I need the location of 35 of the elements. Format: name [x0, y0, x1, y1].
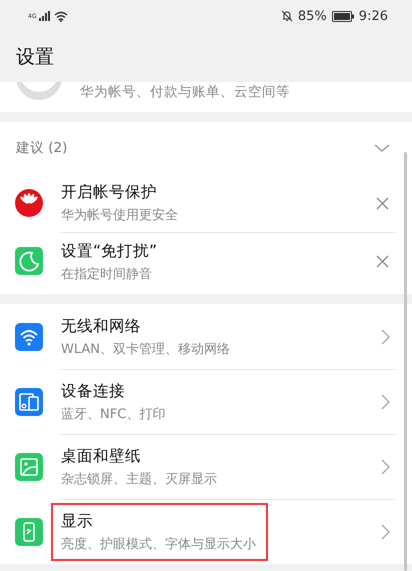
chevron-right-icon	[381, 524, 390, 540]
devices-icon	[15, 388, 43, 416]
section-header: 建议 (2)	[16, 139, 68, 157]
chevron-right-icon	[381, 328, 390, 344]
item-subtitle: WLAN、双卡管理、移动网络	[61, 340, 230, 358]
wifi-icon	[15, 322, 43, 350]
moon-icon	[15, 247, 43, 275]
chevron-right-icon	[381, 394, 390, 410]
image-icon	[15, 452, 43, 480]
phone-icon	[15, 518, 43, 546]
clock-time: 9:26	[358, 8, 388, 24]
item-subtitle: 亮度、护眼模式、字体与显示大小	[61, 536, 256, 553]
account-subtitle: 华为帐号、付款与账单、云空间等	[80, 83, 290, 101]
item-subtitle: 杂志锁屏、主题、灭屏显示	[61, 471, 217, 488]
page-title: 设置	[16, 45, 54, 70]
scrollbar[interactable]	[404, 152, 407, 571]
item-subtitle: 蓝牙、NFC、打印	[61, 406, 166, 423]
item-title[interactable]: 无线和网络	[61, 316, 230, 336]
item-subtitle: 华为帐号使用更安全	[61, 207, 178, 224]
item-title[interactable]: 设备连接	[61, 381, 166, 402]
chevron-right-icon	[381, 459, 390, 475]
item-title[interactable]: 设置“免打扰”	[61, 240, 158, 262]
chevron-down-icon[interactable]	[374, 144, 390, 152]
wifi-icon	[54, 10, 68, 22]
item-title[interactable]: 开启帐号保护	[61, 182, 178, 203]
item-title[interactable]: 显示	[61, 511, 256, 532]
item-title[interactable]: 桌面和壁纸	[61, 446, 217, 467]
close-button[interactable]	[374, 194, 391, 212]
battery-percent: 85%	[298, 8, 327, 24]
battery-icon	[332, 10, 354, 22]
item-subtitle: 在指定时间静音	[61, 266, 153, 282]
close-button[interactable]	[374, 253, 391, 270]
flower-logo-icon	[15, 189, 43, 217]
signal-icon	[39, 11, 52, 21]
muted-bell-icon	[280, 10, 293, 22]
